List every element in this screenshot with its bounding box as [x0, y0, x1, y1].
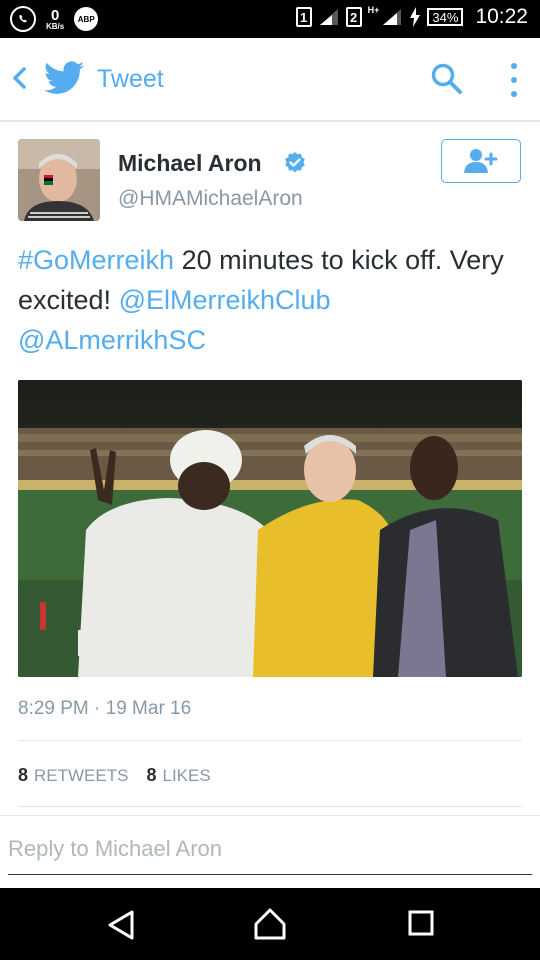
- clock: 10:22: [475, 5, 528, 28]
- more-dot: [511, 63, 517, 69]
- battery-icon: 34%: [427, 8, 464, 26]
- nav-recents-icon[interactable]: [406, 908, 436, 938]
- status-bar: 0 KB/s ABP 1 2 H+ 34% 10:22: [0, 0, 540, 38]
- nav-back-icon[interactable]: [104, 908, 138, 942]
- likes-count: 8: [146, 765, 157, 785]
- divider: [18, 740, 522, 741]
- divider: [18, 806, 522, 807]
- mention-link[interactable]: @ALmerrikhSC: [18, 325, 206, 355]
- likes-label: LIKES: [162, 766, 211, 785]
- sim1-indicator: 1: [295, 7, 312, 27]
- network-speed-unit: KB/s: [46, 21, 65, 31]
- search-icon[interactable]: [430, 62, 464, 96]
- network-speed-value: 0: [50, 6, 60, 24]
- mention-link[interactable]: @ElMerreikhClub: [119, 285, 331, 315]
- follow-user-icon: [464, 149, 498, 173]
- adblock-icon: ABP: [74, 7, 99, 31]
- whatsapp-icon: [10, 6, 36, 32]
- network-type: H+: [367, 5, 380, 15]
- avatar[interactable]: [18, 139, 100, 221]
- twitter-bird-icon: [44, 61, 84, 94]
- retweets-label: RETWEETS: [34, 766, 129, 785]
- verified-icon: [285, 152, 305, 173]
- retweets-count: 8: [18, 765, 29, 785]
- back-icon[interactable]: [8, 62, 30, 94]
- tweet-text: #GoMerreikh 20 minutes to kick off. Very…: [18, 240, 528, 360]
- app-header: Tweet: [0, 38, 540, 122]
- sim2-indicator: 2: [345, 7, 362, 27]
- reply-input[interactable]: [8, 836, 532, 875]
- system-nav-bar: [0, 888, 540, 960]
- follow-button[interactable]: [441, 139, 521, 183]
- signal-icon: [383, 9, 402, 25]
- tweet-timestamp: 8:29 PM · 19 Mar 16: [18, 698, 192, 719]
- page-title: Tweet: [97, 65, 164, 93]
- author-handle[interactable]: @HMAMichaelAron: [118, 187, 303, 211]
- hashtag-link[interactable]: #GoMerreikh: [18, 245, 174, 275]
- author-name[interactable]: Michael Aron: [118, 150, 262, 177]
- nav-home-icon[interactable]: [252, 906, 288, 942]
- more-icon[interactable]: [504, 60, 524, 100]
- retweets-stat[interactable]: 8 RETWEETS: [18, 765, 128, 786]
- charging-icon: [410, 7, 421, 27]
- tweet-stats: 8 RETWEETS 8 LIKES: [18, 765, 211, 786]
- network-speed: 0 KB/s: [46, 8, 64, 31]
- signal-icon: [319, 9, 338, 25]
- more-dot: [511, 77, 517, 83]
- tweet-photo[interactable]: [18, 380, 522, 677]
- reply-bar: [0, 815, 540, 888]
- likes-stat[interactable]: 8 LIKES: [146, 765, 210, 786]
- more-dot: [511, 91, 517, 97]
